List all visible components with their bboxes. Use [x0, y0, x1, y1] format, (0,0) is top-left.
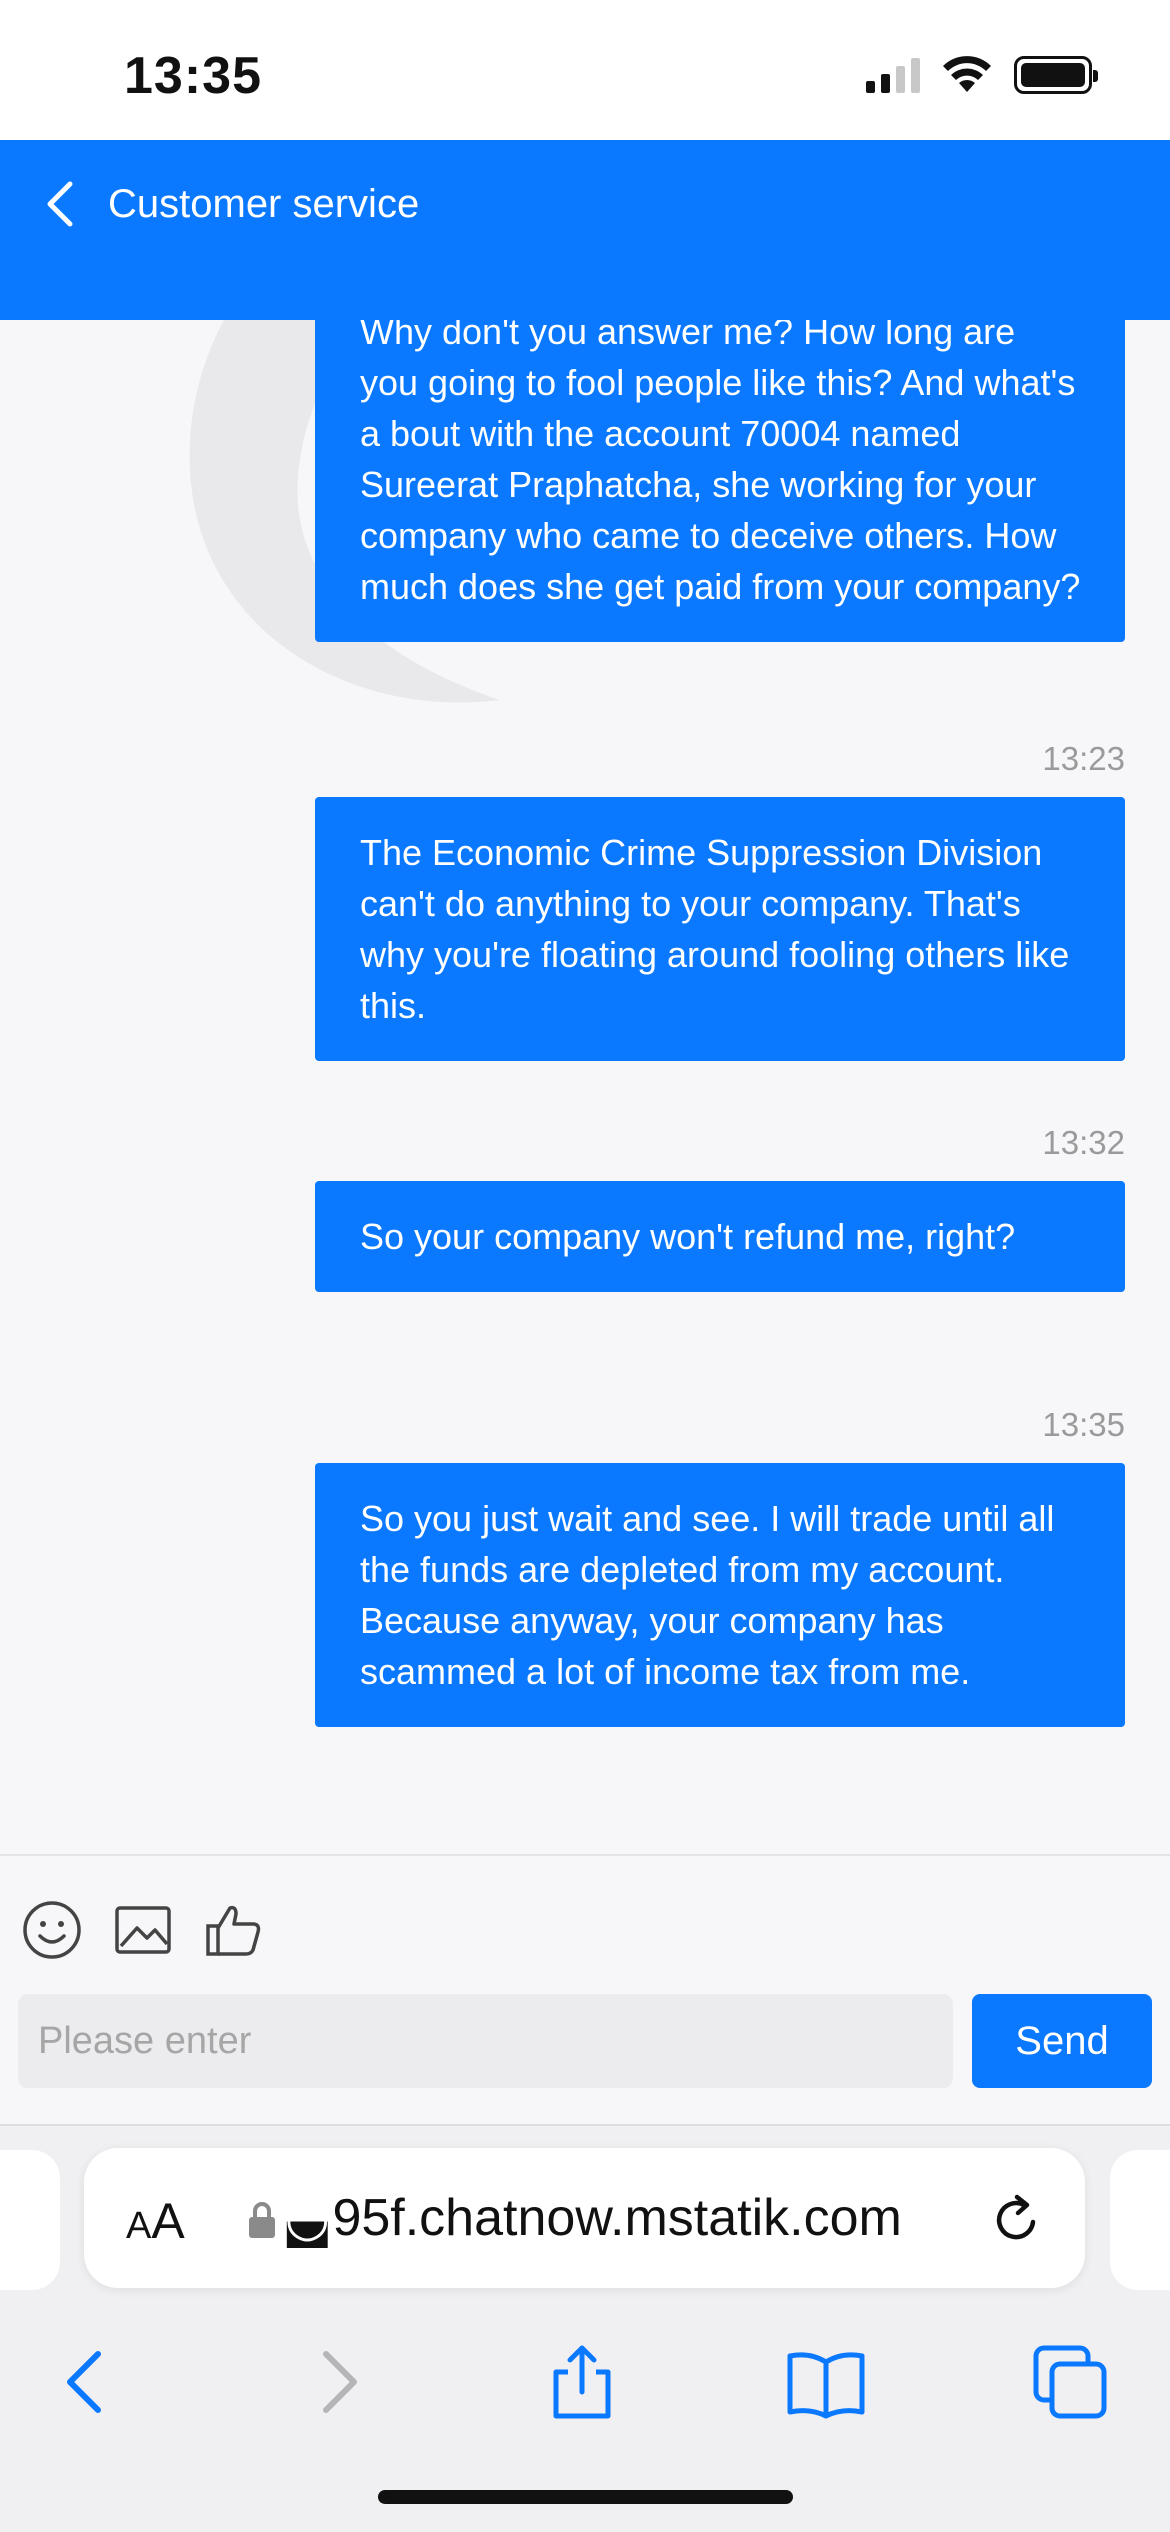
forward-icon[interactable]: [298, 2342, 378, 2422]
emoji-icon[interactable]: [20, 1898, 84, 1962]
next-tab-peek[interactable]: [1110, 2150, 1170, 2290]
status-time: 13:35: [124, 47, 262, 105]
send-button[interactable]: Send: [972, 1994, 1152, 2088]
thumbs-up-icon[interactable]: [202, 1898, 266, 1962]
browser-toolbar: AA ◛95f.chatnow.mstatik.com: [0, 2124, 1170, 2532]
browser-nav-row: [0, 2316, 1170, 2436]
wifi-icon: [943, 56, 991, 92]
tabs-icon[interactable]: [1030, 2342, 1110, 2422]
reload-icon[interactable]: [989, 2192, 1045, 2248]
lock-icon: [249, 2202, 275, 2238]
message-bubble: The Economic Crime Suppression Division …: [315, 797, 1125, 1061]
message-bubble: So your company won't refund me, right?: [315, 1181, 1125, 1292]
message-timestamp: 13:35: [1042, 1406, 1125, 1443]
home-indicator[interactable]: [378, 2490, 793, 2504]
share-icon[interactable]: [542, 2342, 622, 2422]
reader-options-button[interactable]: AA: [126, 2192, 185, 2250]
cellular-signal-icon: [866, 57, 920, 93]
previous-tab-peek[interactable]: [0, 2150, 60, 2290]
battery-icon: [1014, 56, 1098, 94]
message-input[interactable]: [18, 1994, 953, 2088]
back-icon[interactable]: [46, 2342, 126, 2422]
chat-messages[interactable]: Why don't you answer me? How long are yo…: [0, 320, 1170, 1854]
status-bar: 13:35: [0, 0, 1170, 140]
status-icons: [866, 56, 1098, 94]
back-chevron-icon[interactable]: [36, 176, 86, 232]
message-bubble: Why don't you answer me? How long are yo…: [315, 320, 1125, 642]
image-icon[interactable]: [111, 1898, 175, 1962]
chat-header: Customer service: [0, 140, 1170, 320]
message-timestamp: 13:23: [1042, 740, 1125, 777]
bookmarks-icon[interactable]: [786, 2342, 866, 2422]
page-title: Customer service: [108, 182, 420, 226]
address-bar[interactable]: AA ◛95f.chatnow.mstatik.com: [84, 2148, 1085, 2288]
message-composer: Send: [0, 1854, 1170, 2124]
message-bubble: So you just wait and see. I will trade u…: [315, 1463, 1125, 1727]
url-text[interactable]: ◛95f.chatnow.mstatik.com: [282, 2188, 1012, 2248]
message-timestamp: 13:32: [1042, 1124, 1125, 1161]
